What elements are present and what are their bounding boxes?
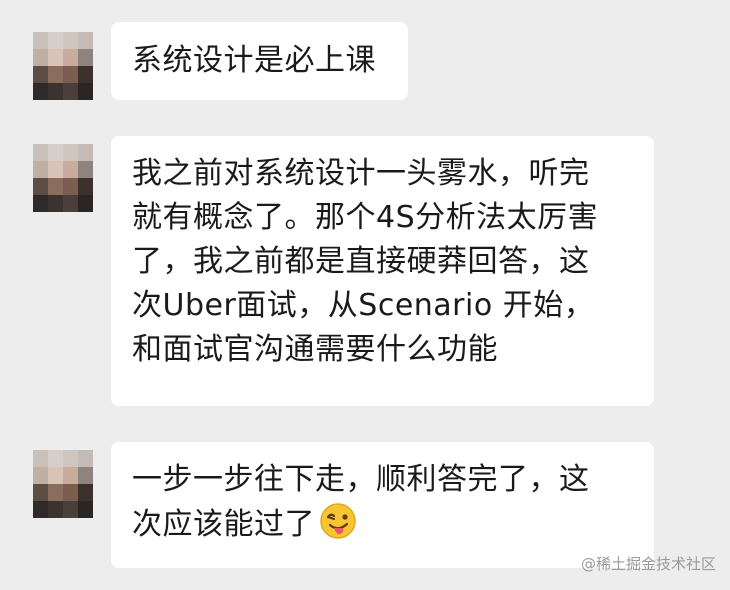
avatar[interactable]	[33, 32, 93, 100]
message-bubble: 一步一步往下走，顺利答完了，这 次应该能过了	[111, 442, 654, 568]
avatar[interactable]	[33, 144, 93, 212]
message-text-line: 和面试官沟通需要什么功能	[132, 332, 498, 367]
message-text-line: 就有概念了。那个4S分析法太厉害	[132, 200, 599, 235]
avatar[interactable]	[33, 450, 93, 518]
message-text-line: 一步一步往下走，顺利答完了，这	[132, 462, 590, 497]
message-bubble: 我之前对系统设计一头雾水，听完 就有概念了。那个4S分析法太厉害 了，我之前都是…	[111, 136, 654, 406]
message-text-line: 次Uber面试，从Scenario 开始，	[132, 288, 595, 323]
message-bubble: 系统设计是必上课	[111, 22, 408, 100]
message-text: 系统设计是必上课	[132, 43, 376, 78]
message-text-line: 了，我之前都是直接硬莽回答，这	[132, 244, 590, 279]
message-text: 次应该能过了	[132, 507, 315, 542]
message-text-line: 次应该能过了	[132, 502, 632, 553]
watermark: @稀土掘金技术社区	[580, 555, 716, 573]
winking-tongue-emoji-icon	[319, 502, 357, 553]
message-text-line: 我之前对系统设计一头雾水，听完	[132, 156, 590, 191]
